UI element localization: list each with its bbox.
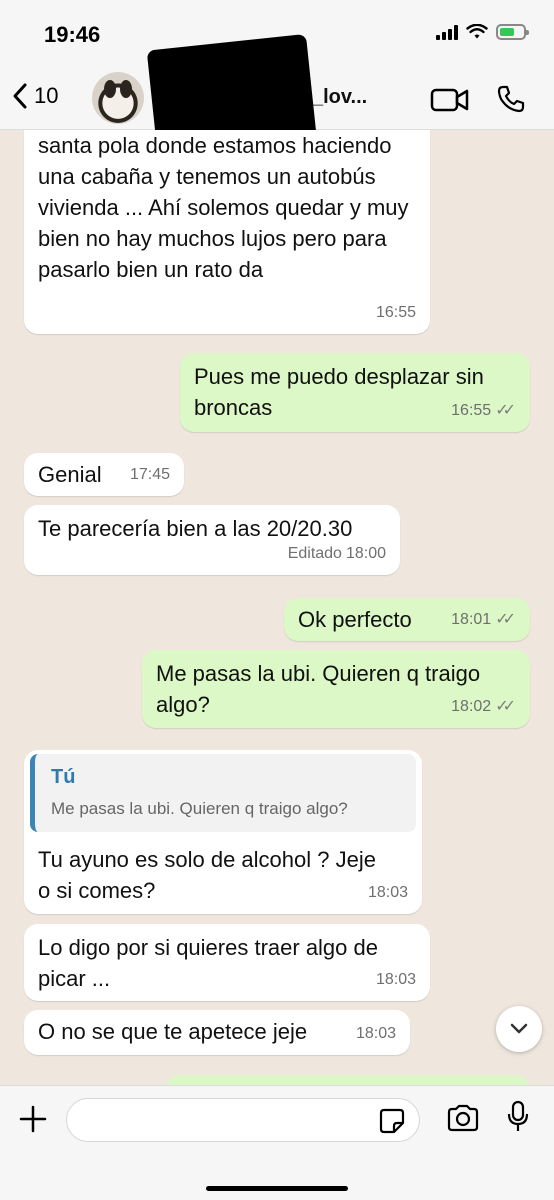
message-bubble[interactable]: O no se que te apetece jeje 18:03 bbox=[24, 1010, 410, 1055]
status-icons bbox=[436, 24, 529, 40]
message-text: O no se que te apetece jeje bbox=[38, 1019, 308, 1044]
message-meta: 17:45 bbox=[130, 459, 170, 490]
video-camera-icon[interactable] bbox=[430, 86, 470, 114]
message-bubble[interactable]: Me pasas la ubi. Quieren q traigo algo? … bbox=[142, 650, 530, 728]
message-time: 16:55 bbox=[375, 304, 416, 321]
phone-icon[interactable] bbox=[496, 84, 526, 114]
avatar[interactable] bbox=[92, 72, 144, 124]
status-time: 19:46 bbox=[44, 22, 101, 47]
battery-icon bbox=[496, 24, 529, 40]
microphone-icon[interactable] bbox=[506, 1100, 530, 1134]
quote-author: Tú bbox=[51, 766, 76, 788]
message-meta: 18:01 ✓✓ bbox=[451, 604, 516, 635]
chat-header: 10 _lov... bbox=[0, 33, 554, 161]
message-meta: 18:03 bbox=[368, 877, 408, 908]
edited-label: Editado bbox=[287, 545, 342, 562]
contact-name[interactable]: _lov... bbox=[312, 86, 367, 109]
input-bar bbox=[0, 1085, 554, 1200]
read-ticks-icon: ✓✓ bbox=[495, 698, 516, 715]
message-bubble[interactable]: Genial 17:45 bbox=[24, 453, 184, 496]
message-bubble[interactable]: Lo digo por si quieres traer algo de pic… bbox=[24, 924, 430, 1001]
message-bubble[interactable]: Pues me puedo desplazar sin broncas 16:5… bbox=[180, 353, 530, 432]
sticker-icon[interactable] bbox=[379, 1108, 405, 1134]
message-meta: 18:02 ✓✓ bbox=[451, 691, 516, 722]
message-meta: 18:03 bbox=[376, 964, 416, 995]
message-text: santa pola donde estamos haciendo una ca… bbox=[38, 133, 409, 282]
chevron-down-icon bbox=[510, 1023, 528, 1034]
message-meta: Editado 18:00 bbox=[288, 538, 386, 569]
read-ticks-icon: ✓✓ bbox=[495, 402, 516, 419]
unread-count: 10 bbox=[34, 83, 59, 108]
camera-icon[interactable] bbox=[446, 1104, 480, 1132]
message-input[interactable] bbox=[66, 1098, 420, 1142]
message-meta: 16:55 bbox=[376, 297, 416, 328]
message-time: 18:03 bbox=[367, 884, 408, 901]
message-bubble[interactable]: Ok perfecto 18:01 ✓✓ bbox=[284, 598, 530, 641]
chat-area[interactable]: santa pola donde estamos haciendo una ca… bbox=[0, 130, 554, 1085]
chevron-left-icon bbox=[13, 83, 27, 109]
message-time: 18:02 bbox=[451, 698, 492, 715]
signal-icon bbox=[436, 24, 458, 40]
quote-text: Me pasas la ubi. Quieren q traigo algo? bbox=[51, 799, 348, 818]
message-time: 18:03 bbox=[375, 971, 416, 988]
message-time: 18:01 bbox=[451, 611, 492, 628]
message-bubble[interactable]: Te parecería bien a las 20/20.30 Editado… bbox=[24, 505, 400, 575]
scroll-down-button[interactable] bbox=[496, 1006, 542, 1052]
back-button[interactable]: 10 bbox=[12, 82, 58, 110]
quoted-message[interactable]: Tú Me pasas la ubi. Quieren q traigo alg… bbox=[30, 754, 416, 832]
message-text: Tu ayuno es solo de alcohol ? Jeje o si … bbox=[38, 847, 376, 903]
message-time: 17:45 bbox=[129, 466, 170, 483]
message-bubble[interactable] bbox=[166, 1075, 530, 1085]
message-time: 18:03 bbox=[355, 1025, 396, 1042]
plus-icon[interactable] bbox=[18, 1104, 48, 1134]
message-meta: 16:55 ✓✓ bbox=[451, 395, 516, 426]
message-bubble[interactable]: santa pola donde estamos haciendo una ca… bbox=[24, 130, 430, 334]
message-time: 18:00 bbox=[345, 545, 386, 562]
wifi-icon bbox=[466, 24, 488, 39]
message-text: Lo digo por si quieres traer algo de pic… bbox=[38, 935, 378, 991]
message-time: 16:55 bbox=[451, 402, 492, 419]
message-meta: 18:03 bbox=[356, 1018, 396, 1049]
message-bubble[interactable]: Tú Me pasas la ubi. Quieren q traigo alg… bbox=[24, 750, 422, 914]
read-ticks-icon: ✓✓ bbox=[495, 611, 516, 628]
home-indicator bbox=[206, 1186, 348, 1191]
